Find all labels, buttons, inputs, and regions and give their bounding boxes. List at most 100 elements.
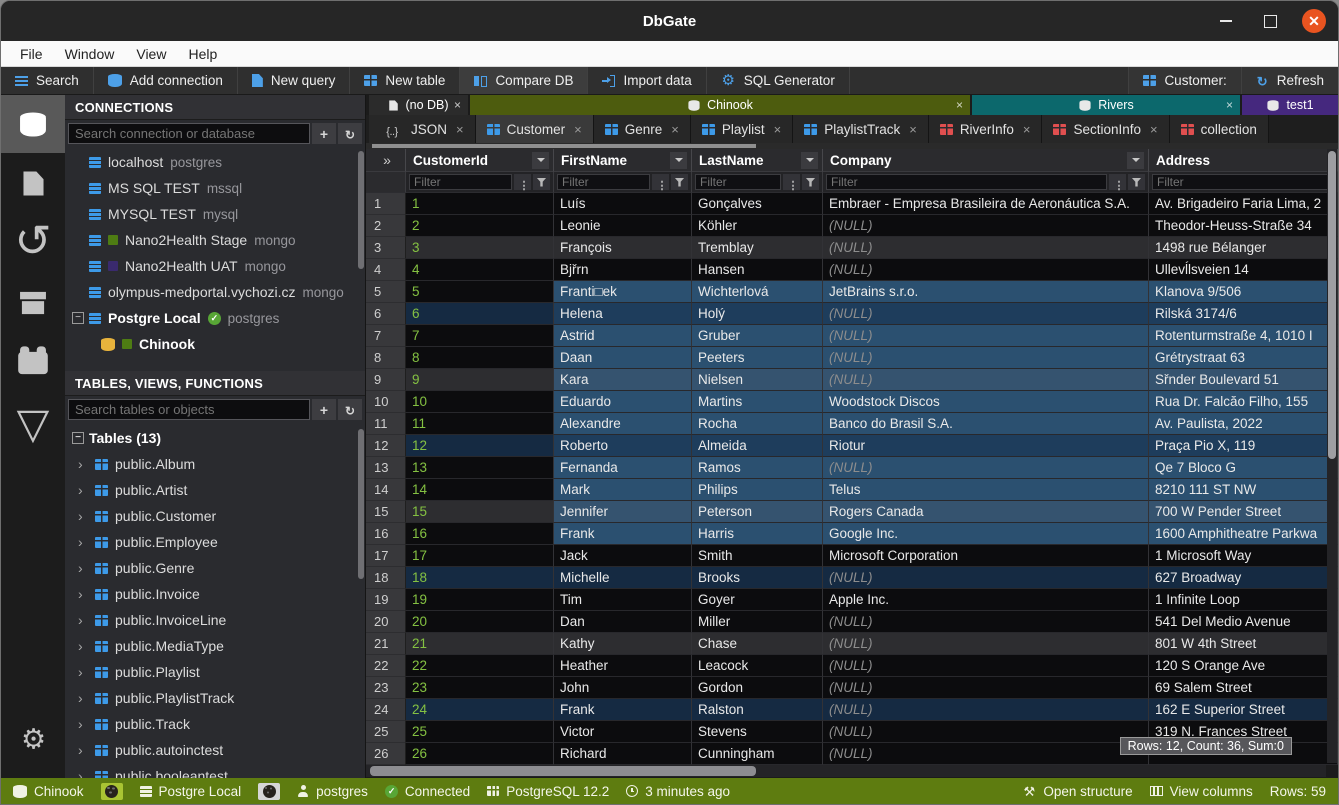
column-header-company[interactable]: Company <box>823 149 1149 172</box>
cell[interactable]: 18 <box>406 567 554 589</box>
tables-search-input[interactable] <box>68 399 310 420</box>
cell[interactable]: (NULL) <box>823 347 1149 369</box>
cell[interactable]: 1 Microsoft Way <box>1149 545 1338 567</box>
horizontal-scrollbar-thumb[interactable] <box>370 766 756 776</box>
table-item-public-mediatype[interactable]: ›public.MediaType <box>65 633 365 659</box>
cell[interactable]: Martins <box>692 391 823 413</box>
cell[interactable]: Tim <box>554 589 692 611</box>
cell[interactable]: Dan <box>554 611 692 633</box>
vertical-scrollbar-thumb[interactable] <box>1328 151 1336 459</box>
cell[interactable]: Wichterlová <box>692 281 823 303</box>
cell[interactable]: 1 Infinite Loop <box>1149 589 1338 611</box>
filter-input-lastname[interactable] <box>695 174 781 190</box>
cell[interactable]: Holý <box>692 303 823 325</box>
chevron-right-icon[interactable]: › <box>78 607 88 633</box>
row-number[interactable]: 22 <box>366 655 406 677</box>
cell[interactable]: Klanova 9/506 <box>1149 281 1338 303</box>
column-header-customerid[interactable]: CustomerId <box>406 149 554 172</box>
compare-db-button[interactable]: Compare DB <box>460 67 588 94</box>
cell[interactable]: Hansen <box>692 259 823 281</box>
cell[interactable]: Michelle <box>554 567 692 589</box>
cell[interactable]: (NULL) <box>823 655 1149 677</box>
row-number[interactable]: 14 <box>366 479 406 501</box>
cell[interactable]: (NULL) <box>823 259 1149 281</box>
cell[interactable]: Sřnder Boulevard 51 <box>1149 369 1338 391</box>
cell[interactable]: Chase <box>692 633 823 655</box>
collapse-icon[interactable]: − <box>72 432 84 444</box>
sidebar-item-saved-data[interactable] <box>1 333 65 393</box>
cell[interactable]: Alexandre <box>554 413 692 435</box>
cell[interactable]: 23 <box>406 677 554 699</box>
cell[interactable]: 13 <box>406 457 554 479</box>
cell[interactable]: Rocha <box>692 413 823 435</box>
cell[interactable]: Banco do Brasil S.A. <box>823 413 1149 435</box>
add-connection-small-button[interactable] <box>312 123 336 144</box>
cell[interactable]: (NULL) <box>823 457 1149 479</box>
add-connection-button[interactable]: Add connection <box>94 67 238 94</box>
filter-menu-button[interactable] <box>514 174 531 190</box>
close-icon[interactable]: × <box>456 122 464 137</box>
cell[interactable]: Praça Pio X, 119 <box>1149 435 1338 457</box>
cell[interactable]: Daan <box>554 347 692 369</box>
cell[interactable]: 2 <box>406 215 554 237</box>
filter-funnel-button[interactable] <box>802 174 819 190</box>
cell[interactable]: Kathy <box>554 633 692 655</box>
cell[interactable]: Jack <box>554 545 692 567</box>
close-icon[interactable]: × <box>909 122 917 137</box>
cell[interactable]: Smith <box>692 545 823 567</box>
table-item-public-employee[interactable]: ›public.Employee <box>65 529 365 555</box>
cell[interactable]: Microsoft Corporation <box>823 545 1149 567</box>
cell[interactable]: 162 E Superior Street <box>1149 699 1338 721</box>
row-number[interactable]: 3 <box>366 237 406 259</box>
status-user[interactable]: postgres <box>297 784 368 799</box>
cell[interactable]: Harris <box>692 523 823 545</box>
cell[interactable]: Embraer - Empresa Brasileira de Aeronáut… <box>823 193 1149 215</box>
row-number[interactable]: 15 <box>366 501 406 523</box>
cell[interactable]: Cunningham <box>692 743 823 765</box>
cell[interactable]: Almeida <box>692 435 823 457</box>
cell[interactable]: 25 <box>406 721 554 743</box>
chevron-right-icon[interactable]: › <box>78 737 88 763</box>
table-item-public-playlist[interactable]: ›public.Playlist <box>65 659 365 685</box>
cell[interactable]: Google Inc. <box>823 523 1149 545</box>
status-last-refresh[interactable]: 3 minutes ago <box>626 784 730 799</box>
cell[interactable]: (NULL) <box>823 699 1149 721</box>
cell[interactable]: Roberto <box>554 435 692 457</box>
row-number[interactable]: 16 <box>366 523 406 545</box>
connection-color-picker[interactable] <box>258 783 280 800</box>
open-structure-button[interactable]: Open structure <box>1022 784 1132 799</box>
sidebar-item-files[interactable] <box>1 153 65 213</box>
cell[interactable]: Richard <box>554 743 692 765</box>
connections-scrollbar[interactable] <box>358 151 364 269</box>
table-item-public-album[interactable]: ›public.Album <box>65 451 365 477</box>
cell[interactable]: Leonie <box>554 215 692 237</box>
status-version[interactable]: PostgreSQL 12.2 <box>487 784 609 799</box>
column-dropdown-icon[interactable] <box>801 152 818 169</box>
menu-file[interactable]: File <box>11 44 52 64</box>
refresh-button[interactable]: Refresh <box>1241 67 1338 94</box>
row-number[interactable]: 20 <box>366 611 406 633</box>
row-number[interactable]: 9 <box>366 369 406 391</box>
cell[interactable]: Astrid <box>554 325 692 347</box>
cell[interactable]: Luís <box>554 193 692 215</box>
cell[interactable]: François <box>554 237 692 259</box>
menu-window[interactable]: Window <box>56 44 124 64</box>
cell[interactable]: 8 <box>406 347 554 369</box>
column-dropdown-icon[interactable] <box>670 152 687 169</box>
cell[interactable]: Gruber <box>692 325 823 347</box>
tab-scrollbar-thumb[interactable] <box>372 144 756 148</box>
tab-group-test1[interactable]: test1 <box>1242 95 1338 115</box>
maximize-button[interactable] <box>1258 9 1282 33</box>
connections-search-input[interactable] <box>68 123 310 144</box>
cell[interactable]: 12 <box>406 435 554 457</box>
cell[interactable]: 26 <box>406 743 554 765</box>
cell[interactable]: Frank <box>554 699 692 721</box>
cell[interactable]: Gordon <box>692 677 823 699</box>
filter-menu-button[interactable] <box>1109 174 1126 190</box>
view-columns-button[interactable]: View columns <box>1150 784 1253 799</box>
row-number[interactable]: 4 <box>366 259 406 281</box>
cell[interactable]: (NULL) <box>823 611 1149 633</box>
tab-playlisttrack[interactable]: PlaylistTrack× <box>793 115 929 143</box>
column-header-firstname[interactable]: FirstName <box>554 149 692 172</box>
cell[interactable]: 801 W 4th Street <box>1149 633 1338 655</box>
